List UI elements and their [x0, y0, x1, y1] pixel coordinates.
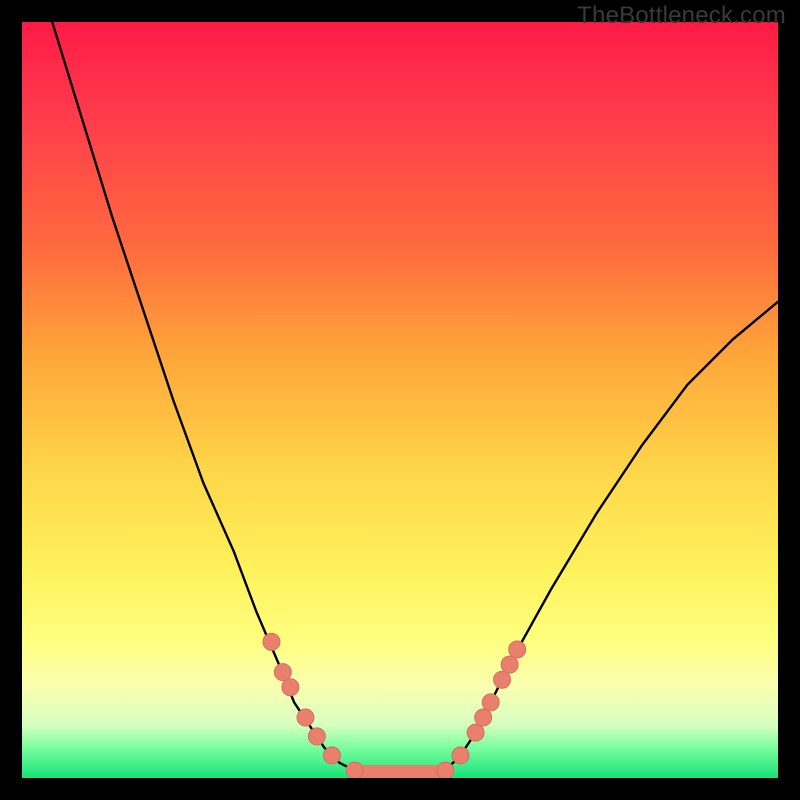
data-point [509, 641, 526, 658]
plot-area [22, 22, 778, 778]
watermark-text: TheBottleneck.com [577, 2, 786, 30]
data-point [501, 656, 518, 673]
chart-frame: TheBottleneck.com [0, 0, 800, 800]
data-point [467, 724, 484, 741]
data-point [452, 747, 469, 764]
data-point [297, 709, 314, 726]
data-point [274, 664, 291, 681]
data-point [437, 762, 454, 778]
data-point [346, 762, 363, 778]
data-point [308, 728, 325, 745]
data-point [323, 747, 340, 764]
data-point [494, 671, 511, 688]
data-point [475, 709, 492, 726]
data-point [282, 679, 299, 696]
bottleneck-curve [52, 22, 778, 774]
data-point [482, 694, 499, 711]
curve-svg [22, 22, 778, 778]
data-point [263, 633, 280, 650]
